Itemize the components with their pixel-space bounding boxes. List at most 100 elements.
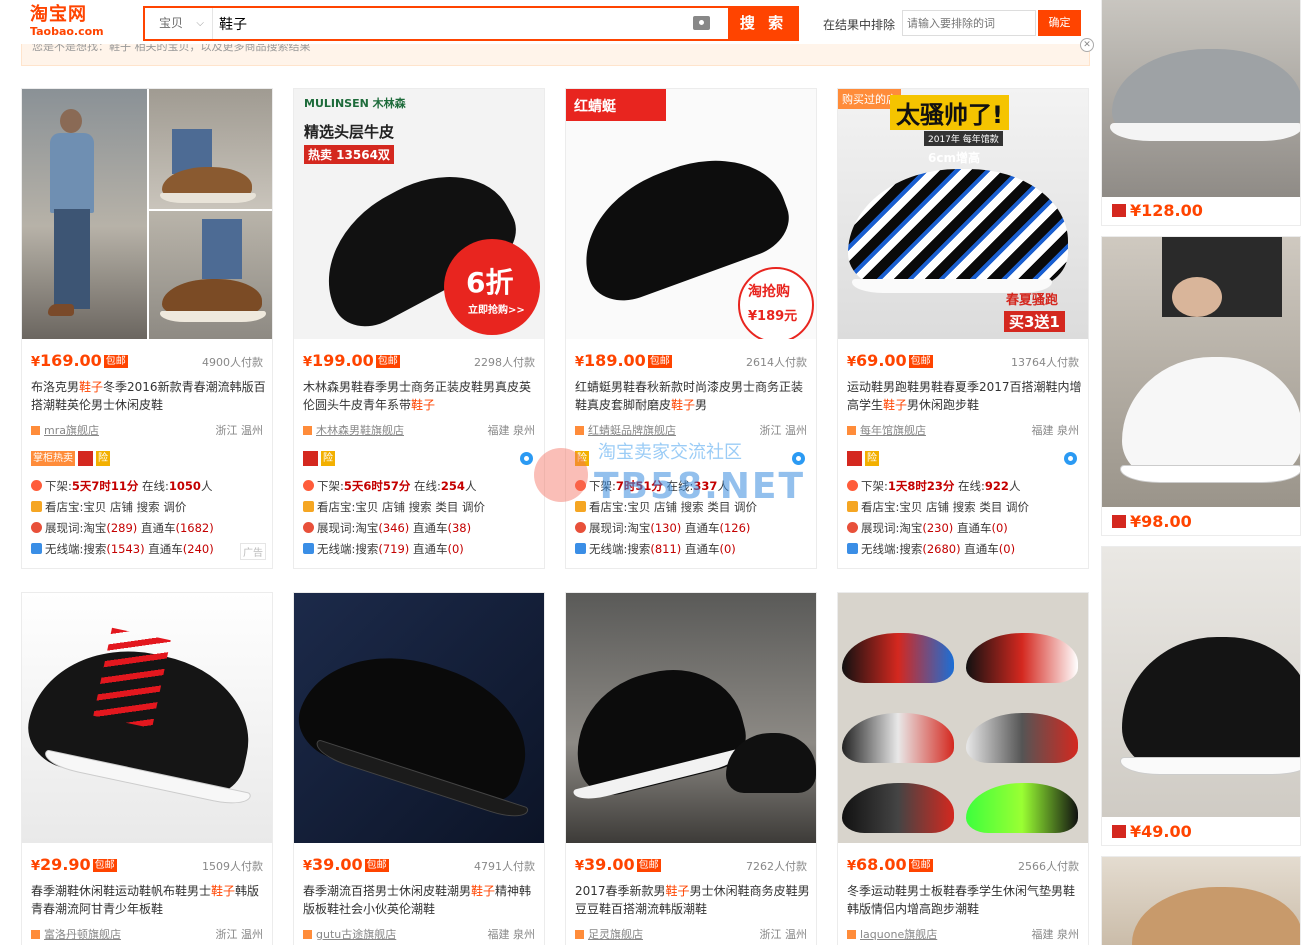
product-image[interactable] [22, 89, 272, 339]
free-shipping-badge: 包邮 [647, 355, 672, 368]
discount-text: 6折 [466, 266, 514, 299]
shop-row: mra旗舰店 浙江 温州 [31, 422, 263, 438]
product-image[interactable]: MULINSEN 木林森 精选头层牛皮 热卖 13564双 6折 立即抢购>> [294, 89, 544, 339]
shop-name[interactable]: 红蜻蜓品牌旗舰店 [588, 424, 676, 437]
badge-row: 险 [847, 451, 882, 467]
product-title[interactable]: 红蜻蜓男鞋春秋新款时尚漆皮男士商务正装鞋真皮套脚耐磨皮鞋子男 [575, 378, 811, 414]
search-input[interactable] [215, 8, 735, 39]
product-card[interactable]: 红蜻蜓 淘抢购 ¥189元 ¥189.00 包邮 2614人付款 红蜻蜓男鞋春秋新… [565, 88, 817, 569]
badge-hot-seller[interactable]: 掌柜热卖 [31, 451, 75, 466]
shop-name[interactable]: 足灵旗舰店 [588, 928, 643, 941]
tmall-icon[interactable] [847, 451, 862, 466]
chevron-down-icon: ⌵ [196, 18, 204, 29]
right-item-image[interactable] [1102, 547, 1300, 817]
shop-name[interactable]: 木林森男鞋旗舰店 [316, 424, 404, 437]
shop-name[interactable]: 富洛丹顿旗舰店 [44, 928, 121, 941]
price-row: ¥199.00 包邮 2298人付款 [303, 351, 535, 371]
store-tools[interactable]: 看店宝:宝贝 店铺 搜索 类目 调价 [847, 499, 1029, 515]
shop-name[interactable]: 每年馆旗舰店 [860, 424, 926, 437]
clock-icon [575, 480, 586, 491]
product-title[interactable]: 春季潮鞋休闲鞋运动鞋帆布鞋男士鞋子韩版青春潮流阿甘青少年板鞋 [31, 882, 267, 918]
tmall-icon[interactable] [78, 451, 93, 466]
taobao-logo[interactable]: 淘宝网 Taobao.com [30, 5, 116, 39]
product-image[interactable] [566, 593, 816, 843]
right-item-image[interactable] [1102, 857, 1300, 945]
clock-icon [31, 480, 42, 491]
product-title[interactable]: 布洛克男鞋子冬季2016新款青春潮流韩版百搭潮鞋英伦男士休闲皮鞋 [31, 378, 267, 414]
free-shipping-badge: 包邮 [375, 355, 400, 368]
show-words[interactable]: 展现词:淘宝(289) 直通车(1682) [31, 520, 214, 536]
exclude-input[interactable] [902, 10, 1036, 36]
product-card[interactable]: ¥169.00 包邮 4900人付款 布洛克男鞋子冬季2016新款青春潮流韩版百搭… [21, 88, 273, 569]
tmall-icon[interactable] [303, 451, 318, 466]
product-card[interactable]: ¥29.90 包邮 1509人付款 春季潮鞋休闲鞋运动鞋帆布鞋男士鞋子韩版青春潮流… [21, 592, 273, 945]
camera-icon[interactable] [693, 16, 710, 30]
image-promo-2: 买3送1 [1004, 311, 1065, 332]
product-image[interactable]: 购买过的店 太骚帅了! 2017年 每年馆款 6cm增高 春夏骚跑 买3送1 [838, 89, 1088, 339]
product-title[interactable]: 春季潮流百搭男士休闲皮鞋潮男鞋子精神韩版板鞋社会小伙英伦潮鞋 [303, 882, 539, 918]
discount-sub: 立即抢购>> [468, 305, 525, 316]
mobile-words[interactable]: 无线端:搜索(719) 直通车(0) [303, 541, 464, 557]
right-column-item[interactable]: ¥98.00 [1101, 236, 1301, 536]
exclude-confirm-button[interactable]: 确定 [1038, 10, 1081, 36]
insurance-badge[interactable]: 险 [96, 451, 110, 466]
insurance-badge[interactable]: 险 [575, 451, 589, 466]
show-words[interactable]: 展现词:淘宝(230) 直通车(0) [847, 520, 1008, 536]
search-button[interactable]: 搜 索 [728, 6, 799, 41]
product-card[interactable]: ¥39.00 包邮 7262人付款 2017春季新款男鞋子男士休闲鞋商务皮鞋男豆豆… [565, 592, 817, 945]
show-words[interactable]: 展现词:淘宝(346) 直通车(38) [303, 520, 471, 536]
right-item-image[interactable] [1102, 0, 1300, 197]
price: ¥199.00 [303, 351, 374, 370]
price: ¥189.00 [575, 351, 646, 370]
show-words[interactable]: 展现词:淘宝(130) 直通车(126) [575, 520, 750, 536]
price-row: ¥29.90 包邮 1509人付款 [31, 855, 263, 875]
mobile-words[interactable]: 无线端:搜索(1543) 直通车(240) [31, 541, 214, 557]
price: ¥39.00 [575, 855, 635, 874]
product-title[interactable]: 木林森男鞋春季男士商务正装皮鞋男真皮英伦圆头牛皮青年系带鞋子 [303, 378, 539, 414]
mobile-words[interactable]: 无线端:搜索(811) 直通车(0) [575, 541, 736, 557]
show-icon [847, 522, 858, 533]
shop-name[interactable]: laquone旗舰店 [860, 928, 937, 941]
tmall-icon [1112, 515, 1126, 528]
right-item-image[interactable] [1102, 237, 1300, 507]
free-shipping-badge: 包邮 [103, 355, 128, 368]
deal-count: 1509人付款 [202, 860, 263, 873]
product-image[interactable] [22, 593, 272, 843]
store-tools[interactable]: 看店宝:宝贝 店铺 搜索 类目 调价 [575, 499, 757, 515]
right-column-item[interactable] [1101, 856, 1301, 945]
product-card[interactable]: MULINSEN 木林森 精选头层牛皮 热卖 13564双 6折 立即抢购>> … [293, 88, 545, 569]
insurance-badge[interactable]: 险 [321, 451, 335, 466]
product-image[interactable] [838, 593, 1088, 843]
image-sale-tag: 淘抢购 [748, 284, 790, 300]
right-column-item[interactable]: ¥49.00 [1101, 546, 1301, 846]
close-icon[interactable]: ✕ [1080, 38, 1094, 52]
price-row: ¥169.00 包邮 4900人付款 [31, 351, 263, 371]
mobile-words[interactable]: 无线端:搜索(2680) 直通车(0) [847, 541, 1015, 557]
image-height: 6cm增高 [928, 151, 980, 165]
insurance-badge[interactable]: 险 [865, 451, 879, 466]
right-column-item[interactable]: ¥128.00 [1101, 0, 1301, 226]
wangwang-icon[interactable] [1064, 452, 1077, 465]
shop-name[interactable]: mra旗舰店 [44, 424, 99, 437]
badge-row: 险 [303, 451, 338, 467]
wangwang-icon[interactable] [520, 452, 533, 465]
product-card[interactable]: 购买过的店 太骚帅了! 2017年 每年馆款 6cm增高 春夏骚跑 买3送1 ¥… [837, 88, 1089, 569]
product-image[interactable] [294, 593, 544, 843]
product-card[interactable]: ¥68.00 包邮 2566人付款 冬季运动鞋男士板鞋春季学生休闲气垫男鞋韩版情侣… [837, 592, 1089, 945]
deal-count: 4900人付款 [202, 356, 263, 369]
product-image[interactable]: 红蜻蜓 淘抢购 ¥189元 [566, 89, 816, 339]
brand-tag: 红蜻蜓 [574, 99, 616, 115]
product-title[interactable]: 2017春季新款男鞋子男士休闲鞋商务皮鞋男豆豆鞋百搭潮流韩版潮鞋 [575, 882, 811, 918]
search-type-select[interactable]: 宝贝 ⌵ [145, 8, 213, 39]
wangwang-icon[interactable] [792, 452, 805, 465]
free-shipping-badge: 包邮 [92, 859, 117, 872]
product-card[interactable]: ¥39.00 包邮 4791人付款 春季潮流百搭男士休闲皮鞋潮男鞋子精神韩版板鞋社… [293, 592, 545, 945]
store-tools[interactable]: 看店宝:宝贝 店铺 搜索 类目 调价 [303, 499, 485, 515]
product-title[interactable]: 运动鞋男跑鞋男鞋春夏季2017百搭潮鞋内增高学生鞋子男休闲跑步鞋 [847, 378, 1083, 414]
store-tools[interactable]: 看店宝:宝贝 店铺 搜索 调价 [31, 499, 186, 515]
badge-row: 险 [575, 451, 592, 467]
deal-count: 2566人付款 [1018, 860, 1079, 873]
shop-name[interactable]: gutu古途旗舰店 [316, 928, 396, 941]
product-title[interactable]: 冬季运动鞋男士板鞋春季学生休闲气垫男鞋韩版情侣内增高跑步潮鞋 [847, 882, 1083, 918]
shelf-info: 下架:5天6时57分 在线:254人 [303, 478, 476, 494]
